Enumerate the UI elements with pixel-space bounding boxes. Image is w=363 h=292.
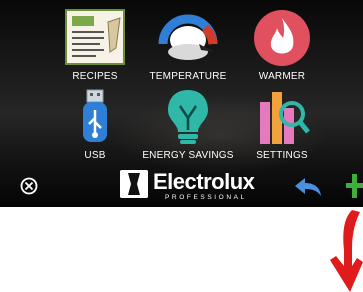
usb-tile[interactable]: USB (45, 88, 145, 168)
settings-label: SETTINGS (256, 150, 308, 161)
warmer-label: WARMER (258, 71, 306, 82)
brand-subtitle: PROFESSIONAL (165, 194, 247, 201)
flame-icon (254, 10, 310, 66)
touch-screen: RECIPES TEMPERATURE WARMER USB ENERGY SA… (0, 0, 363, 207)
energy-savings-label: ENERGY SAVINGS (142, 150, 234, 161)
electrolux-logo-mark (120, 170, 148, 198)
lightbulb-icon (168, 90, 208, 144)
back-arrow-icon[interactable] (293, 176, 323, 198)
settings-icon (260, 92, 310, 144)
settings-tile[interactable]: SETTINGS (232, 88, 332, 168)
plus-icon[interactable] (346, 174, 363, 198)
recipes-tile[interactable]: RECIPES (45, 8, 145, 88)
usb-icon (83, 89, 107, 142)
temperature-tile[interactable]: TEMPERATURE (138, 8, 238, 88)
warmer-tile[interactable]: WARMER (232, 8, 332, 88)
recipes-icon (65, 9, 125, 65)
bottom-bar: Electrolux PROFESSIONAL (0, 168, 363, 207)
electrolux-logo: Electrolux PROFESSIONAL (120, 169, 260, 204)
recipes-label: RECIPES (72, 71, 118, 82)
close-icon[interactable] (20, 177, 38, 195)
energy-savings-tile[interactable]: ENERGY SAVINGS (138, 88, 238, 168)
temperature-label: TEMPERATURE (149, 71, 227, 82)
brand-name: Electrolux (153, 169, 255, 194)
temperature-icon (158, 14, 218, 60)
pointer-arrow-icon (330, 210, 363, 292)
usb-label: USB (84, 150, 106, 161)
